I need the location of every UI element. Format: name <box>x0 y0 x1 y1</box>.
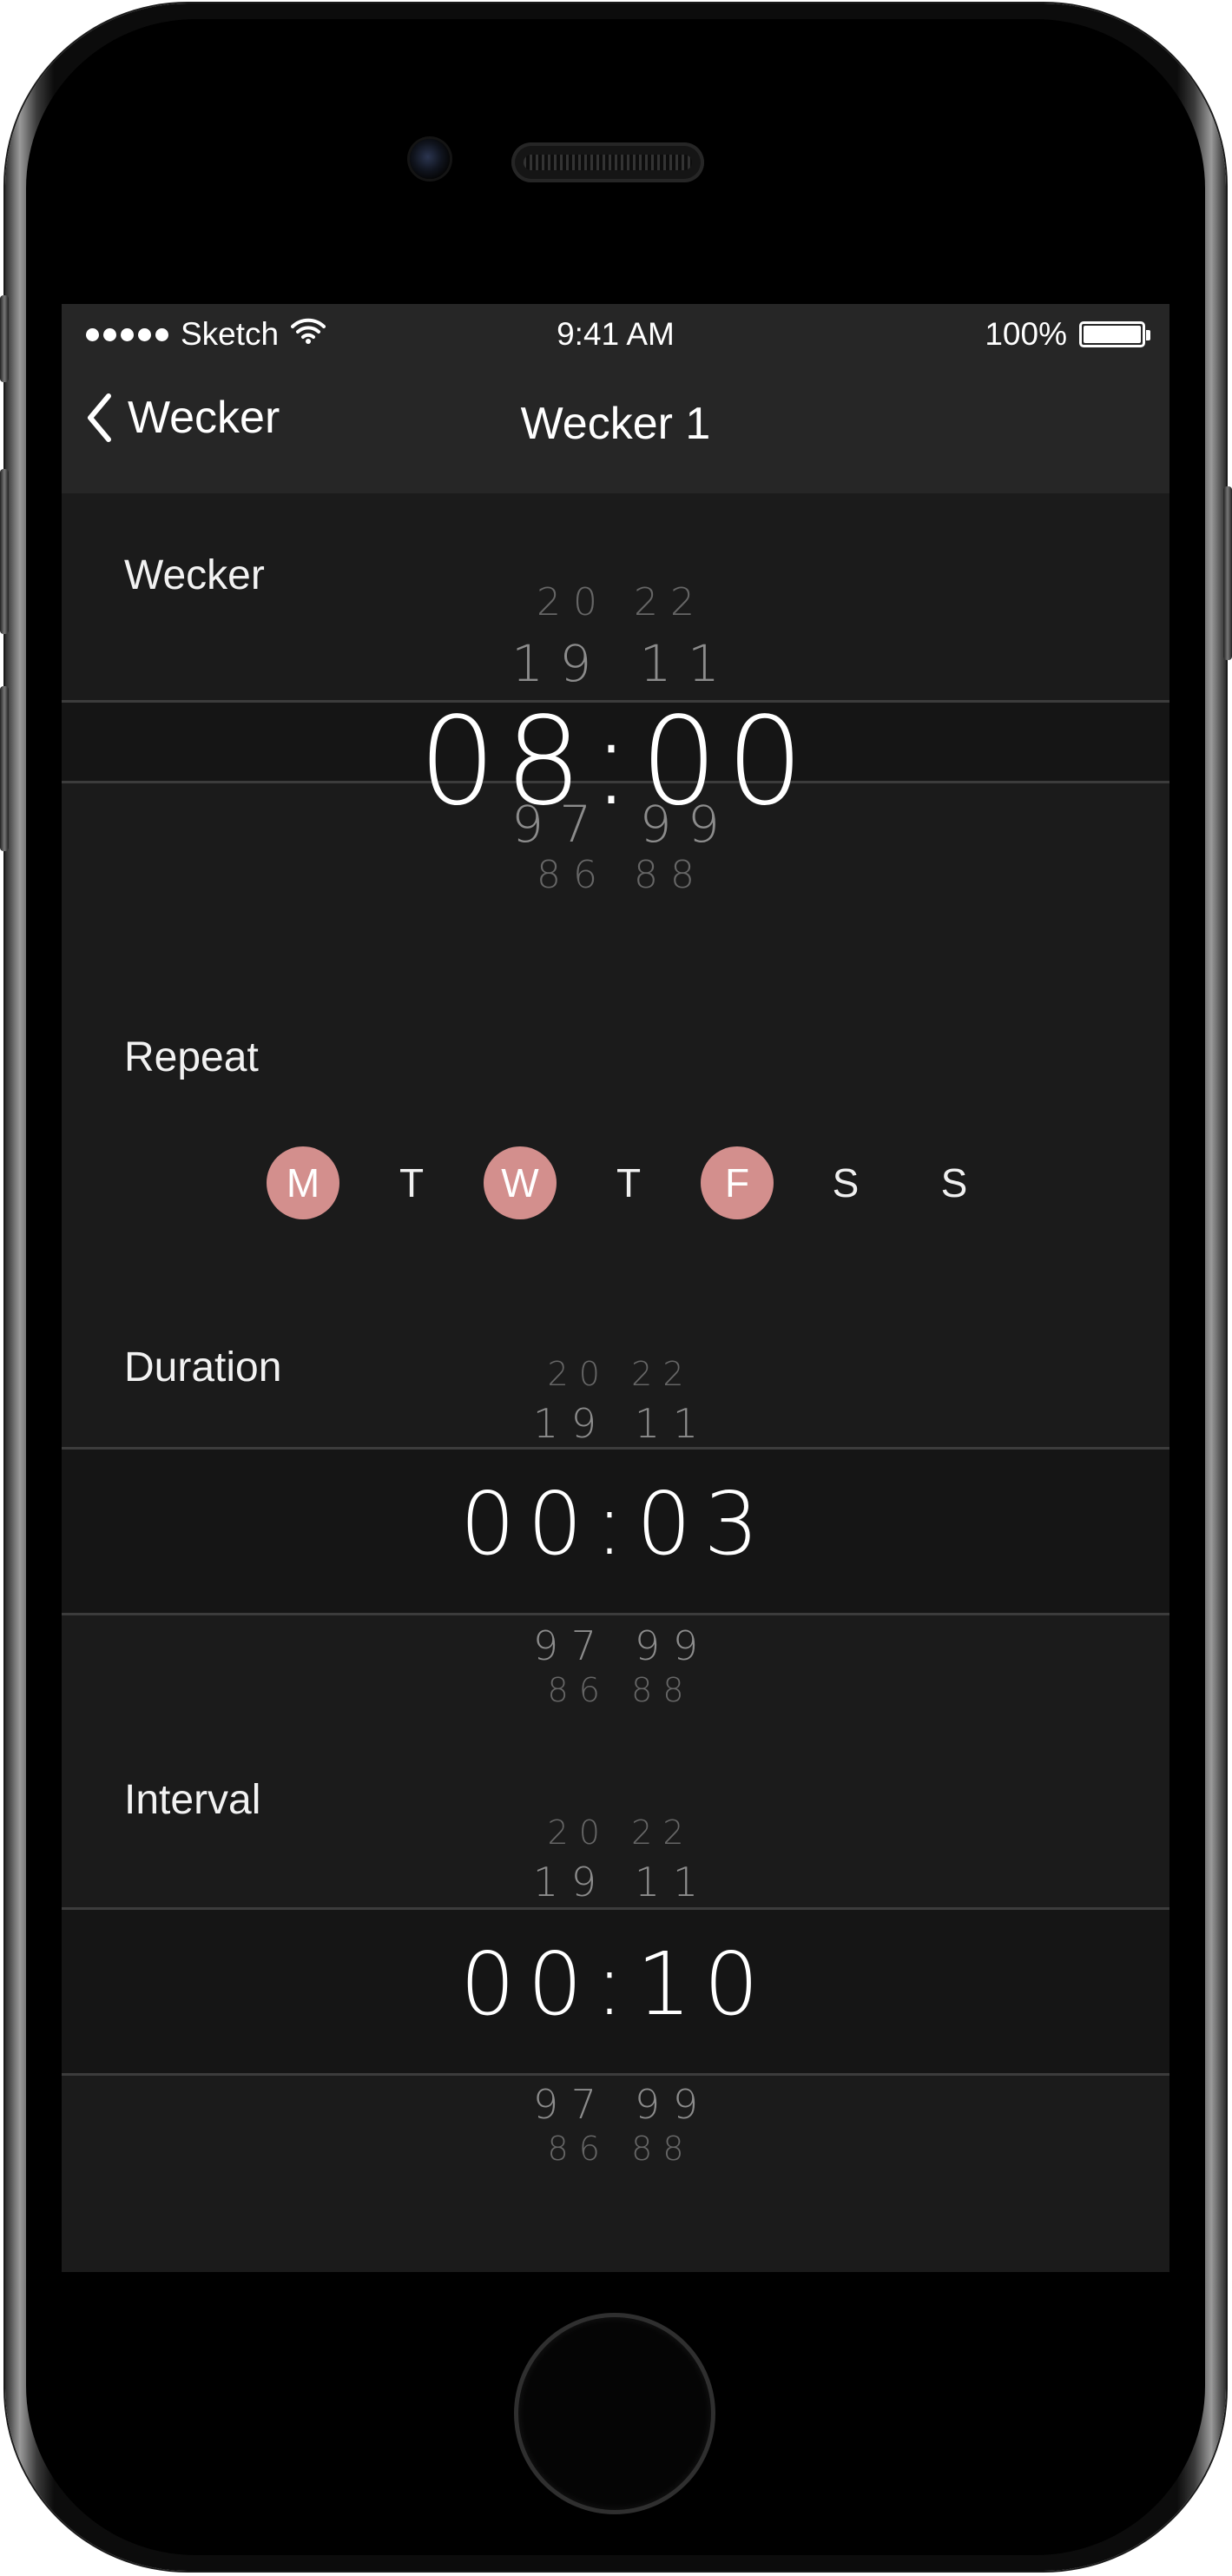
mute-switch <box>0 295 9 382</box>
battery-percentage: 100% <box>985 316 1067 352</box>
day-wednesday-toggle[interactable]: W <box>484 1146 557 1219</box>
picker-row-below-near: 9 7 9 9 <box>532 1622 699 1669</box>
picker-row-above-far: 2 0 2 2 <box>547 1355 684 1393</box>
day-label: M <box>286 1160 320 1205</box>
back-button-label: Wecker <box>128 393 280 443</box>
back-chevron-icon <box>88 393 111 442</box>
picker-row-below-near: 9 7 9 9 <box>532 2081 699 2128</box>
picker-row-above-far: 2 0 2 2 <box>537 580 695 624</box>
front-camera <box>410 139 450 179</box>
home-button[interactable] <box>518 2317 711 2510</box>
day-label: W <box>501 1160 539 1205</box>
day-label: T <box>399 1160 425 1205</box>
picker-row-above-near: 1 9 1 1 <box>532 1859 699 1906</box>
screen: Sketch 9:41 AM 100% Wecker Wecker 1 Weck… <box>62 304 1169 2272</box>
day-label: S <box>832 1160 860 1205</box>
day-thursday-toggle[interactable]: T <box>592 1146 665 1219</box>
navigation-bar: Wecker Wecker 1 <box>62 365 1169 493</box>
earpiece-speaker <box>511 142 704 182</box>
interval-value: 00:10 <box>459 1933 772 2035</box>
status-right: 100% <box>985 316 1150 353</box>
picker-row-above-far: 2 0 2 2 <box>547 1813 684 1852</box>
picker-row-above-near: 1 9 1 1 <box>532 1400 699 1447</box>
day-saturday-toggle[interactable]: S <box>809 1146 882 1219</box>
back-button[interactable]: Wecker <box>86 387 280 448</box>
battery-icon <box>1079 321 1150 347</box>
picker-row-above-near: 1 9 1 1 <box>511 634 720 693</box>
power-button <box>1223 486 1232 660</box>
day-tuesday-toggle[interactable]: T <box>375 1146 448 1219</box>
picker-row-below-far: 8 6 8 8 <box>547 2130 684 2168</box>
day-label: F <box>724 1160 750 1205</box>
day-friday-toggle[interactable]: F <box>701 1146 774 1219</box>
day-monday-toggle[interactable]: M <box>267 1146 339 1219</box>
volume-up-button <box>0 469 9 634</box>
nav-title: Wecker 1 <box>520 399 711 449</box>
picker-row-below-near: 9 7 9 9 <box>511 795 720 854</box>
day-label: T <box>616 1160 642 1205</box>
repeat-days: M T W T F S S <box>62 1146 1169 1230</box>
duration-value: 00:03 <box>459 1473 772 1575</box>
day-sunday-toggle[interactable]: S <box>918 1146 991 1219</box>
picker-row-below-far: 8 6 8 8 <box>537 853 695 897</box>
status-bar: Sketch 9:41 AM 100% <box>62 304 1169 365</box>
picker-row-below-far: 8 6 8 8 <box>547 1671 684 1709</box>
repeat-label: Repeat <box>124 1034 259 1080</box>
day-label: S <box>940 1160 968 1205</box>
volume-down-button <box>0 686 9 851</box>
